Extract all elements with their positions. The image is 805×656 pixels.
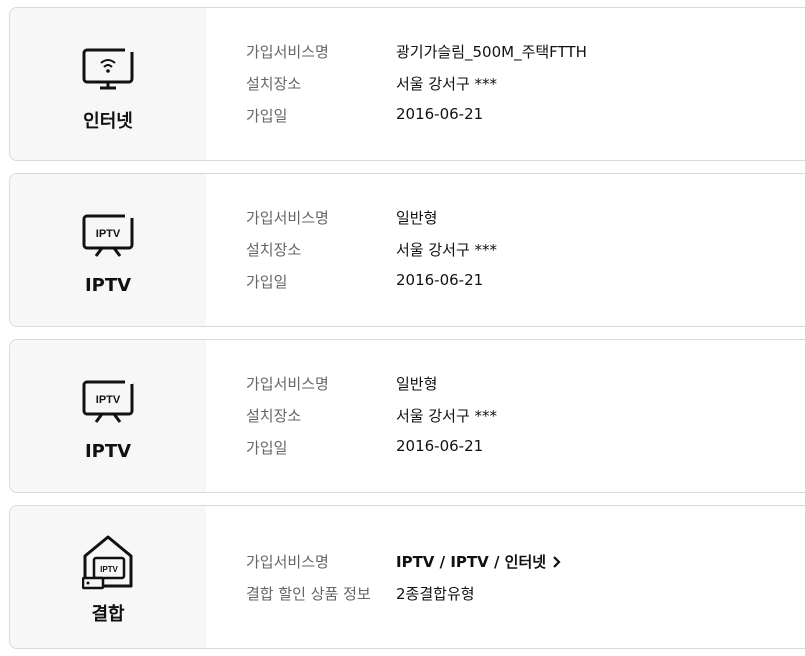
info-value: 2016-06-21 [396,437,484,455]
monitor-wifi-icon [82,46,134,90]
info-label: 가입일 [246,273,288,291]
bundle-detail-text[interactable]: IPTV / IPTV / 인터넷 [396,551,546,572]
info-label: 가입서비스명 [246,209,329,227]
service-type-panel: IPTV IPTV [10,174,206,326]
info-label: 설치장소 [246,241,302,259]
bundle-detail-link[interactable]: IPTV / IPTV / 인터넷 [396,551,562,572]
tv-icon-text: IPTV [96,394,121,406]
service-type-panel: IPTV 결합 [10,506,206,648]
info-value: 서울 강서구 *** [396,407,498,425]
info-value: 서울 강서구 *** [396,75,498,93]
info-label: 가입서비스명 [246,375,329,393]
info-label: 가입일 [246,107,288,125]
info-value: 2016-06-21 [396,271,484,289]
service-type-panel: 인터넷 [10,8,206,160]
service-card-iptv: IPTV IPTV 가입서비스명 일반형 설치장소 서울 강서구 *** 가입일… [9,339,805,493]
tv-icon-text: IPTV [100,565,118,574]
service-card-internet: 인터넷 가입서비스명 광기가슬림_500M_주택FTTH 설치장소 서울 강서구… [9,7,805,161]
chevron-right-icon[interactable] [552,555,562,569]
service-type-panel: IPTV IPTV [10,340,206,492]
info-value: 광기가슬림_500M_주택FTTH [396,43,587,61]
tv-icon: IPTV [82,212,134,257]
service-type-label: IPTV [84,441,132,462]
info-value: 2016-06-21 [396,105,484,123]
info-value: 서울 강서구 *** [396,241,498,259]
info-label: 설치장소 [246,407,302,425]
service-type-label: 결합 [91,604,125,625]
service-card-iptv: IPTV IPTV 가입서비스명 일반형 설치장소 서울 강서구 *** 가입일… [9,173,805,327]
service-card-bundle: IPTV 결합 가입서비스명 IPTV / IPTV / 인터넷 결합 할인 상… [9,505,805,649]
info-label: 설치장소 [246,75,302,93]
info-label: 가입서비스명 [246,553,329,571]
info-label: 결합 할인 상품 정보 [246,585,371,603]
home-bundle-icon: IPTV [82,535,133,590]
tv-icon: IPTV [82,378,134,423]
info-label: 가입서비스명 [246,43,329,61]
service-type-label: 인터넷 [83,111,133,132]
service-type-label: IPTV [84,275,132,296]
tv-icon-text: IPTV [96,228,121,240]
info-value: 일반형 [396,209,438,227]
info-value: 일반형 [396,375,438,393]
info-label: 가입일 [246,439,288,457]
info-value: 2종결합유형 [396,585,475,603]
